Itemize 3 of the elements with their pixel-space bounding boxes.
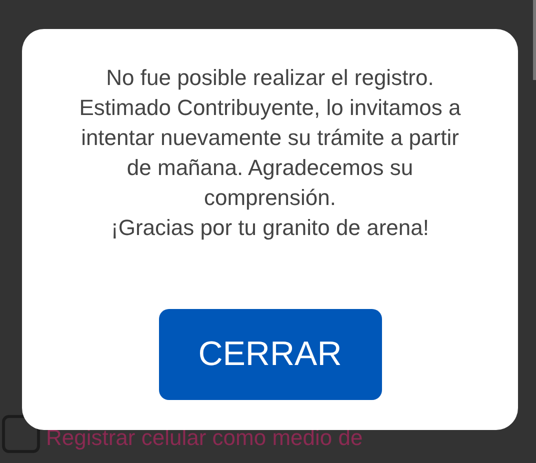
close-button[interactable]: CERRAR	[158, 309, 382, 400]
dialog-message: No fue posible realizar el registro. Estimado Contribuyente, lo invitamos a intentar nuevamente su trámite a partir de mañana. Agradecemos su comprensión. ¡Gracias por tu granito de arena!	[78, 64, 462, 242]
checkbox-label: Registrar celular como medio de	[46, 424, 363, 451]
